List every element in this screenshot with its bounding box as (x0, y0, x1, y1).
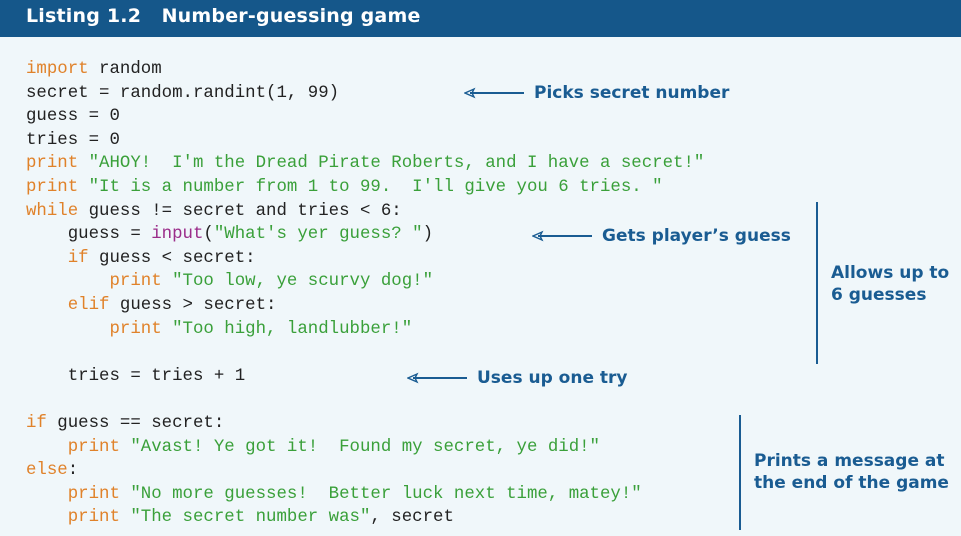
code-text: guess = (26, 225, 152, 245)
code-text: tries = tries + 1 (26, 366, 246, 386)
code-keyword: print (67, 484, 120, 504)
code-text: ) (422, 225, 434, 245)
code-keyword: if (67, 248, 89, 268)
code-text: guess < secret: (88, 248, 256, 268)
code-keyword: while (26, 201, 79, 221)
code-line: guess = 0 (26, 105, 704, 129)
code-string: "It is a number from 1 to 99. I'll give … (78, 177, 663, 197)
code-string: "What's yer guess? " (213, 225, 423, 245)
code-keyword: import (26, 60, 89, 79)
code-line: if guess < secret: (26, 247, 704, 271)
code-line: print "AHOY! I'm the Dread Pirate Robert… (26, 152, 704, 176)
code-builtin: input (151, 225, 204, 245)
code-keyword: print (67, 437, 120, 457)
annotation-prints-line1: Prints a message at (754, 451, 945, 471)
code-line: print "Too high, landlubber!" (26, 318, 704, 342)
code-text: tries = 0 (26, 130, 120, 150)
code-line: if guess == secret: (26, 412, 704, 436)
listing-header: Listing 1.2 Number-guessing game (0, 0, 961, 37)
code-string: "Too low, ye scurvy dog!" (161, 272, 434, 292)
annotation-prints-message: Prints a message at the end of the game (754, 450, 949, 494)
code-string: "AHOY! I'm the Dread Pirate Roberts, and… (78, 154, 705, 174)
code-text: , secret (370, 508, 454, 528)
arrow-left-icon (407, 372, 467, 384)
code-string: "No more guesses! Better luck next time,… (119, 484, 642, 504)
annotation-picks-secret: Picks secret number (534, 83, 730, 103)
code-line: tries = 0 (26, 129, 704, 153)
code-keyword: print (109, 319, 162, 339)
annotation-prints-line2: the end of the game (754, 473, 949, 493)
code-keyword: print (109, 272, 162, 292)
code-keyword: else (26, 461, 68, 481)
bracket-line (816, 202, 818, 364)
code-keyword: if (26, 413, 47, 433)
code-string: "Avast! Ye got it! Found my secret, ye d… (119, 437, 600, 457)
code-line: print "It is a number from 1 to 99. I'll… (26, 176, 704, 200)
code-text: guess != secret and tries < 6: (78, 201, 402, 221)
code-text: guess > secret: (109, 295, 277, 315)
code-text: ( (203, 225, 214, 245)
code-line: print "No more guesses! Better luck next… (26, 483, 704, 507)
code-line: while guess != secret and tries < 6: (26, 200, 704, 224)
code-block: import random secret = random.randint(1, … (26, 58, 704, 530)
code-text: guess = 0 (26, 107, 120, 127)
annotation-allows-guesses: Allows up to 6 guesses (831, 262, 949, 306)
code-keyword: print (26, 177, 79, 197)
listing-title: Listing 1.2 Number-guessing game (26, 5, 421, 27)
annotation-gets-guess: Gets player’s guess (602, 226, 791, 246)
code-string: "The secret number was" (119, 508, 371, 528)
listing-number: Listing 1.2 (26, 5, 142, 27)
code-keyword: print (67, 508, 120, 528)
code-text: random (88, 60, 162, 79)
code-line: print "Avast! Ye got it! Found my secret… (26, 436, 704, 460)
listing-name: Number-guessing game (161, 5, 421, 27)
annotation-allows-line2: 6 guesses (831, 285, 927, 305)
code-text: : (67, 461, 79, 481)
code-line: elif guess > secret: (26, 294, 704, 318)
arrow-left-icon (532, 230, 592, 242)
code-line: import random (26, 58, 704, 82)
arrow-left-icon (464, 87, 524, 99)
annotation-uses-try: Uses up one try (477, 368, 628, 388)
annotation-allows-line1: Allows up to (831, 263, 950, 283)
code-text: guess == secret: (46, 413, 225, 433)
code-text: secret = random.randint(1, 99) (26, 83, 340, 103)
code-string: "Too high, landlubber!" (161, 319, 413, 339)
code-keyword: elif (67, 295, 110, 315)
code-line: print "The secret number was", secret (26, 506, 704, 530)
code-line: print "Too low, ye scurvy dog!" (26, 270, 704, 294)
code-line: else: (26, 459, 704, 483)
bracket-line (739, 415, 741, 530)
code-keyword: print (26, 154, 79, 174)
